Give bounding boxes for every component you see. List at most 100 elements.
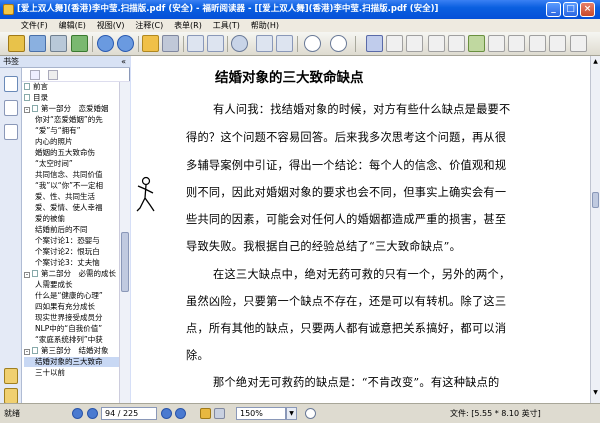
document-scroll-thumb[interactable] [592,192,599,208]
menu-file[interactable]: 文件(F) [17,19,52,32]
bookmark-item[interactable]: “爱”与“拥有” [24,126,130,136]
fit-width-icon[interactable] [276,35,293,52]
prev-page-icon[interactable] [87,408,98,419]
delete-bookmark-icon[interactable] [48,70,58,80]
close-button[interactable]: × [580,2,595,17]
attachments-tab-icon[interactable] [4,368,18,384]
bookmark-item[interactable]: 爱、爱情、使人幸福 [24,203,130,213]
bookmark-item[interactable]: 前言 [24,82,130,92]
bookmark-item[interactable]: 个案讨论1：恐婴与 [24,236,130,246]
bookmark-item-selected[interactable]: 结婚对象的三大致命 [24,357,130,367]
bookmark-item[interactable]: NLP中的“自我价值” [24,324,130,334]
next-page-icon[interactable] [161,408,172,419]
bookmark-item[interactable]: 内心的照片 [24,137,130,147]
scroll-up-icon[interactable]: ▲ [592,58,599,66]
bookmark-item[interactable]: - 第三部分 结婚对象 [24,346,130,356]
bookmark-item[interactable]: 共同信念、共同价值 [24,170,130,180]
document-scrollbar[interactable]: ▲ ▼ [590,56,600,403]
bookmark-item[interactable]: 你对“恋爱婚姻”的先 [24,115,130,125]
continuous-page-icon[interactable] [207,35,224,52]
menu-form[interactable]: 表单(R) [170,19,206,32]
sidebar-title: 书签 [3,57,19,66]
scroll-down-icon[interactable]: ▼ [592,389,599,397]
bookmark-item[interactable]: - 第一部分 恋爱婚姻 [24,104,130,114]
zoom-out-icon[interactable] [304,35,321,52]
paragraph-line: 在这三大缺点中，绝对无药可救的只有一个，另外的两个， [213,268,511,281]
menu-bar: 文件(F) 编辑(E) 视图(V) 注释(C) 表单(R) 工具(T) 帮助(H… [0,19,600,32]
signatures-tab-icon[interactable] [4,388,18,404]
typewriter-icon[interactable] [428,35,445,52]
minimize-button[interactable]: _ [546,2,561,17]
bookmark-item[interactable]: “我”以“你”不一定相 [24,181,130,191]
status-zoom-out-icon[interactable] [305,408,316,419]
sidebar: 书签 « 前言 目录 - 第一部分 恋爱婚姻 你对“恋爱婚姻”的先 “爱”与“拥有… [0,56,130,404]
bookmark-item[interactable]: 个案讨论3：丈夫恼 [24,258,130,268]
bookmark-item[interactable]: 结婚前后的不同 [24,225,130,235]
menu-help[interactable]: 帮助(H) [247,19,283,32]
link-tool-icon[interactable] [488,35,505,52]
hand-tool-icon[interactable] [366,35,383,52]
nav-forward-icon[interactable] [117,35,134,52]
single-page-icon[interactable] [187,35,204,52]
open-icon[interactable] [8,35,25,52]
next-view-status-icon[interactable] [214,408,225,419]
expand-bookmark-icon[interactable] [30,70,40,80]
next-view-icon[interactable] [162,35,179,52]
first-page-icon[interactable] [72,408,83,419]
note-icon[interactable] [448,35,465,52]
bookmarks-tab-icon[interactable] [4,76,18,92]
menu-comment[interactable]: 注释(C) [131,19,167,32]
maximize-button[interactable]: □ [563,2,578,17]
paragraph-line: 得的？这个问题不容易回答。后来我多次思考这个问题，再从很 [186,131,507,144]
bookmark-item[interactable]: 目录 [24,93,130,103]
bookmark-item[interactable]: 爱的被偷 [24,214,130,224]
zoom-dropdown-icon[interactable]: ▼ [286,407,297,420]
print-icon[interactable] [50,35,67,52]
eraser-icon[interactable] [570,35,587,52]
pages-tab-icon[interactable] [4,100,18,116]
zoom-in-icon[interactable] [330,35,347,52]
prev-view-icon[interactable] [142,35,159,52]
pencil-icon[interactable] [549,35,566,52]
line-tool-icon[interactable] [529,35,546,52]
bookmark-item[interactable]: 四如果有充分成长 [24,302,130,312]
sidebar-scrollbar[interactable] [119,82,130,403]
highlight-icon[interactable] [468,35,485,52]
menu-view[interactable]: 视图(V) [93,19,129,32]
bookmark-item[interactable]: 现实世界接受成员分 [24,313,130,323]
last-page-icon[interactable] [175,408,186,419]
paragraph-line: 多辅导案例中引证，得出一个结论：每个人的信念、价值观和规 [186,159,507,172]
bookmark-item[interactable]: 婚姻的五大致命伤 [24,148,130,158]
bookmark-item[interactable]: “太空时间” [24,159,130,169]
nav-back-icon[interactable] [97,35,114,52]
zoom-icon[interactable] [231,35,248,52]
bookmark-item[interactable]: 个案讨论2：恨玩白 [24,247,130,257]
select-text-icon[interactable] [386,35,403,52]
collapse-sidebar-icon[interactable]: « [121,56,126,68]
sidebar-toolbar [22,68,130,82]
bookmark-item[interactable]: 爱、性、共同生活 [24,192,130,202]
email-icon[interactable] [71,35,88,52]
bookmark-item[interactable]: 什么是“健康的心理” [24,291,130,301]
bookmark-item[interactable]: - 第二部分 必需的成长 [24,269,130,279]
paragraph-line: 那个绝对无可救药的缺点是：“不肯改变”。有这种缺点的 [213,376,500,389]
status-ready: 就绪 [4,409,20,418]
paragraph-line: 有人问我：找结婚对象的时候，对方有些什么缺点是最要不 [213,103,511,116]
prev-view-status-icon[interactable] [200,408,211,419]
menu-tools[interactable]: 工具(T) [209,19,244,32]
bookmark-item[interactable]: 人需要成长 [24,280,130,290]
layers-tab-icon[interactable] [4,124,18,140]
save-icon[interactable] [29,35,46,52]
shape-tool-icon[interactable] [508,35,525,52]
window-title: [爱上双人舞](香港)李中莹.扫描版.pdf (安全) - 福昕阅读器 - [[… [17,4,439,14]
menu-edit[interactable]: 编辑(E) [55,19,90,32]
fit-page-icon[interactable] [256,35,273,52]
bookmark-item[interactable]: “家庭系统排列”中获 [24,335,130,345]
paragraph-line: 除。 [186,349,209,362]
zoom-field[interactable]: 150% [236,407,286,420]
snapshot-icon[interactable] [406,35,423,52]
paragraph-line: 则不同，因此对婚姻对象的要求也会不同，但事实上确实会有一 [186,186,507,199]
page-number-field[interactable]: 94 / 225 [101,407,157,420]
sidebar-scroll-thumb[interactable] [121,232,129,292]
bookmark-item[interactable]: 三十以前 [24,368,130,378]
